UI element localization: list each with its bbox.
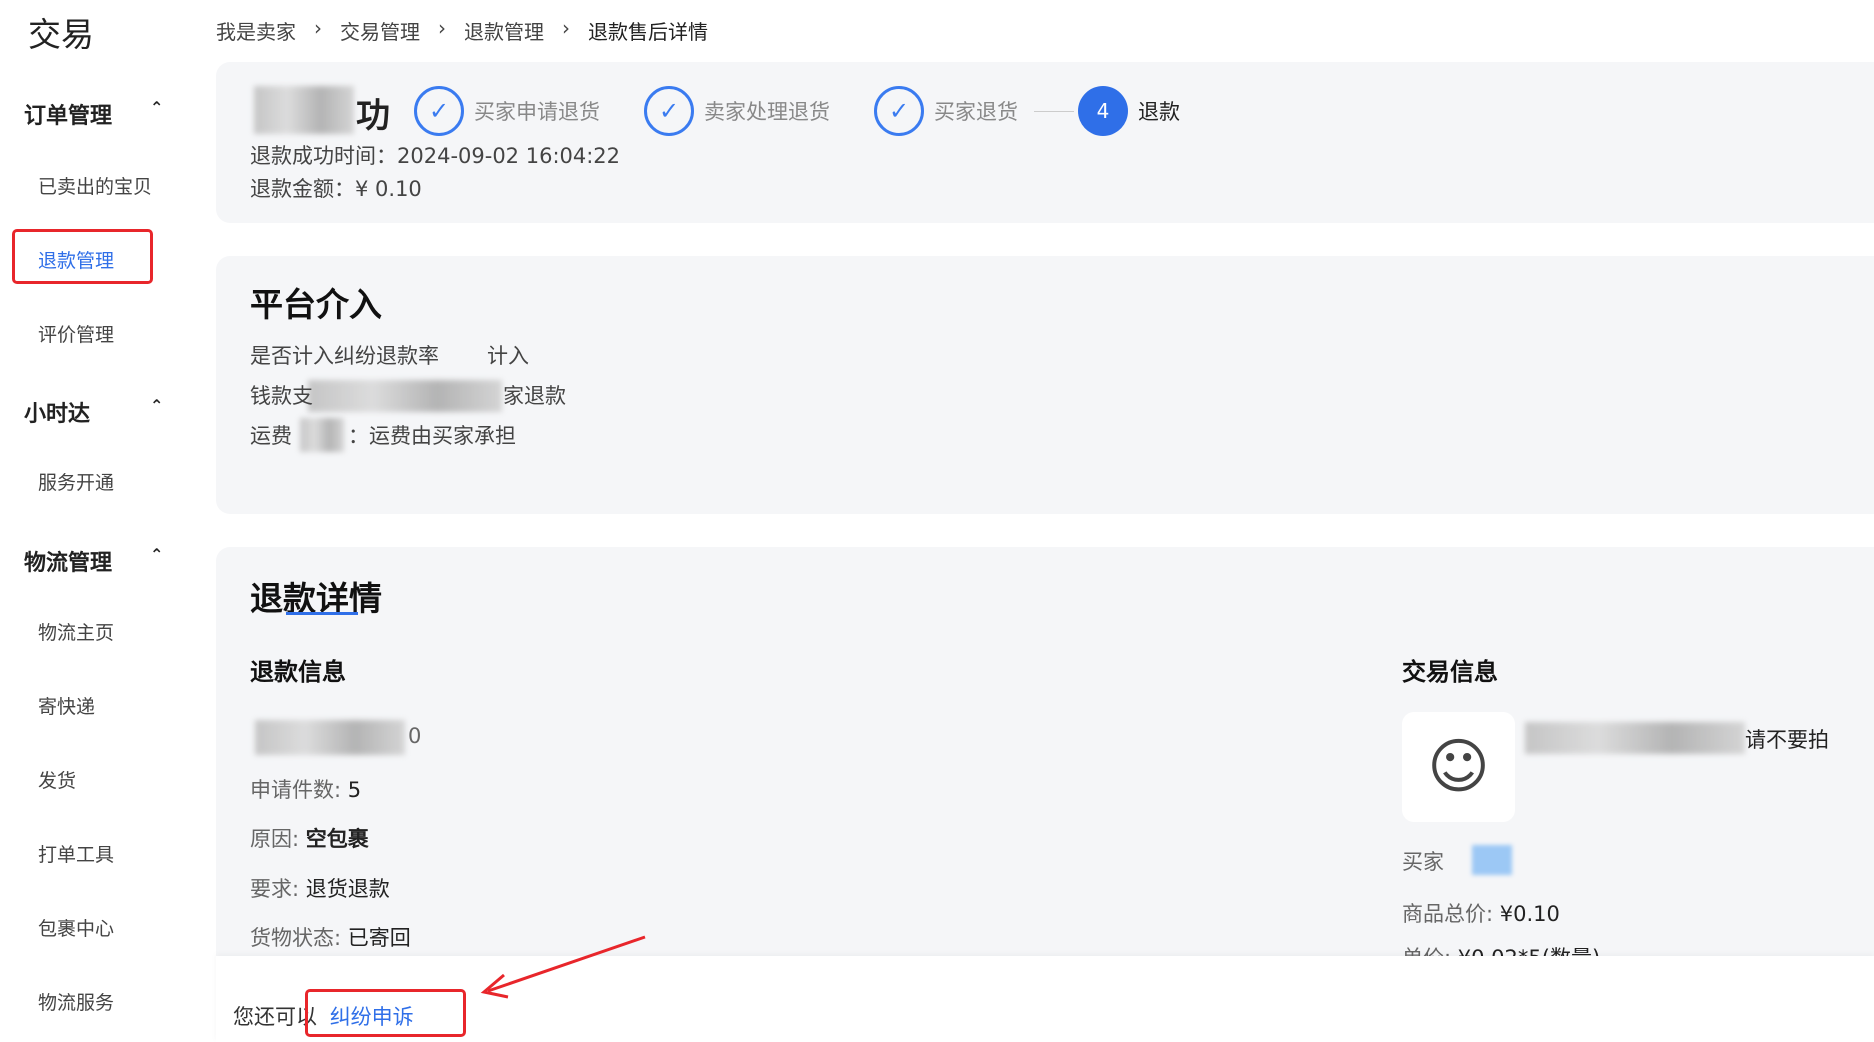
sidebar-item-ship[interactable]: 发货 [38, 766, 76, 793]
total-price: 商品总价: ¥0.10 [1402, 898, 1560, 928]
title-underline [286, 612, 358, 615]
label: 要求: [250, 877, 306, 901]
status-title: 功 [356, 96, 390, 136]
check-icon: ✓ [644, 86, 694, 136]
step-1: ✓ 买家申请退货 [414, 86, 600, 136]
refund-row: 要求: 退货退款 [250, 873, 390, 903]
platform-line: 运费 ：运费由买家承担 [250, 420, 516, 450]
value: 2024-09-02 16:04:22 [397, 144, 621, 168]
sidebar-group-hourly[interactable]: 小时达 ⌃ [24, 396, 163, 428]
text: 钱款支 [250, 384, 313, 408]
group-label: 小时达 [24, 402, 91, 427]
breadcrumb-item[interactable]: 我是卖家 [216, 16, 296, 45]
step-2: ✓ 卖家处理退货 [644, 86, 830, 136]
unit-price: 单价: ¥0.02*5(数量) [1402, 944, 1600, 956]
step-label: 买家退货 [934, 100, 1018, 124]
value: 空包裹 [305, 827, 369, 851]
step-3: ✓ 买家退货 [874, 86, 1074, 136]
breadcrumb-item[interactable]: 交易管理 [340, 16, 420, 45]
annotation-box-sidebar [12, 229, 153, 284]
breadcrumb-current: 退款售后详情 [588, 20, 708, 44]
value: 已寄回 [347, 926, 411, 950]
value: 退货退款 [305, 877, 390, 901]
platform-line: 是否计入纠纷退款率 计入 [250, 340, 529, 370]
chevron-right-icon: › [438, 16, 446, 40]
text: 是否计入纠纷退款率 [250, 344, 439, 368]
annotation-arrow [480, 935, 646, 999]
step-label: 卖家处理退货 [704, 100, 830, 124]
sidebar-group-logistics[interactable]: 物流管理 ⌃ [24, 545, 163, 577]
step-4: 4 退款 [1078, 86, 1180, 136]
sidebar-item-parcel[interactable]: 包裹中心 [38, 914, 114, 941]
label: 申请件数: [250, 778, 348, 802]
sidebar-group-orders[interactable]: 订单管理 ⌃ [24, 98, 163, 130]
progress-steps: ✓ 买家申请退货 ✓ 卖家处理退货 ✓ 买家退货 4 退款 [414, 86, 1180, 136]
value: ¥0.02*5(数量) [1458, 946, 1600, 956]
sidebar-item-express[interactable]: 寄快递 [38, 692, 95, 719]
refund-amount-tail: 0 [408, 724, 422, 748]
refund-row: 原因: 空包裹 [250, 823, 369, 853]
redacted-buyer [1472, 845, 1512, 875]
sidebar-item-sold[interactable]: 已卖出的宝贝 [38, 172, 152, 199]
step-label: 买家申请退货 [474, 100, 600, 124]
check-icon: ✓ [874, 86, 924, 136]
refund-time: 退款成功时间：2024-09-02 16:04:22 [250, 140, 620, 170]
breadcrumb-item[interactable]: 退款管理 [464, 16, 544, 45]
value: 5 [347, 778, 362, 802]
refund-row: 货物状态: 已寄回 [250, 922, 411, 952]
text: ：运费由买家承担 [348, 424, 516, 448]
chevron-right-icon: › [562, 16, 570, 40]
product-image[interactable]: ☺ [1402, 712, 1515, 822]
step-connector [1034, 110, 1074, 112]
value: ¥0.10 [1499, 902, 1560, 926]
sidebar-title: 交易 [28, 15, 94, 54]
sidebar-item-print[interactable]: 打单工具 [38, 840, 114, 867]
value: ¥ 0.10 [355, 177, 422, 201]
label: 退款金额： [250, 177, 355, 201]
annotation-box-link [305, 989, 466, 1037]
redacted-block [1525, 722, 1745, 754]
sidebar-item-logistics-home[interactable]: 物流主页 [38, 618, 114, 645]
chevron-up-icon: ⌃ [150, 98, 164, 117]
buyer-label: 买家 [1402, 850, 1444, 874]
sidebar-item-reviews[interactable]: 评价管理 [38, 320, 114, 347]
chevron-up-icon: ⌃ [150, 396, 164, 415]
breadcrumb: 我是卖家 › 交易管理 › 退款管理 › 退款售后详情 [216, 16, 708, 45]
redacted-block [255, 720, 405, 755]
sidebar-item-service[interactable]: 服务开通 [38, 468, 114, 495]
chevron-right-icon: › [314, 16, 322, 40]
text: 计入 [487, 344, 529, 368]
label: 原因: [250, 827, 306, 851]
step-label: 退款 [1138, 100, 1180, 124]
refund-amount: 退款金额：¥ 0.10 [250, 173, 422, 203]
refund-info-title: 退款信息 [250, 658, 346, 686]
group-label: 物流管理 [24, 551, 113, 576]
label: 退款成功时间： [250, 144, 397, 168]
label: 商品总价: [1402, 902, 1500, 926]
refund-row: 申请件数: 5 [250, 774, 361, 804]
label: 单价: [1402, 946, 1458, 956]
detail-card [216, 547, 1874, 977]
check-icon: ✓ [414, 86, 464, 136]
group-label: 订单管理 [24, 104, 113, 129]
chevron-up-icon: ⌃ [150, 545, 164, 564]
redacted-block [254, 86, 354, 134]
sidebar-item-logistics-service[interactable]: 物流服务 [38, 988, 114, 1015]
product-title-tail: 请不要拍 [1745, 728, 1829, 752]
text: 运费 [250, 424, 292, 448]
text: 家退款 [503, 384, 566, 408]
platform-line: 钱款支 家退款 [250, 380, 566, 410]
label: 货物状态: [250, 926, 348, 950]
step-number: 4 [1078, 86, 1128, 136]
trade-info-title: 交易信息 [1402, 658, 1498, 686]
platform-title: 平台介入 [250, 285, 382, 324]
